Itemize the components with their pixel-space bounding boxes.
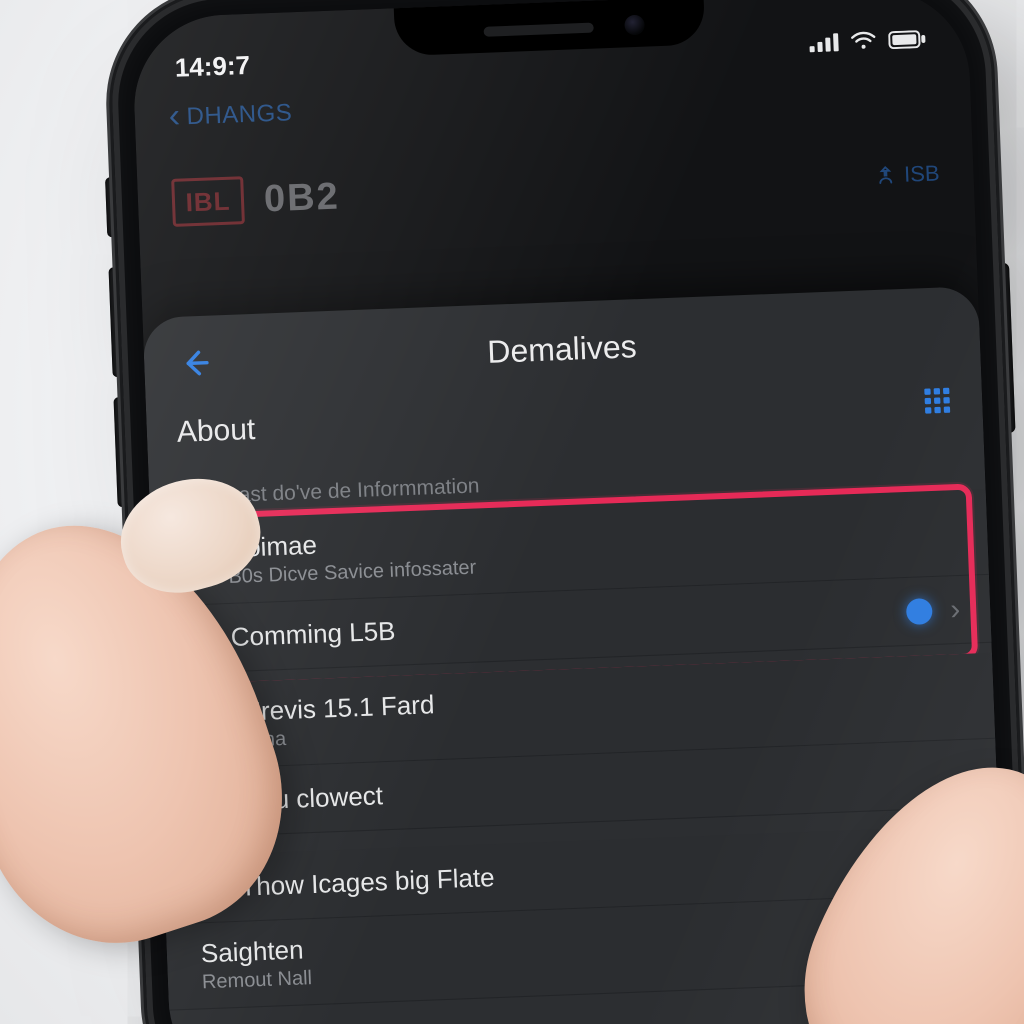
chevron-left-icon: ‹ [168,99,181,133]
wifi-icon [850,31,877,52]
item-title: Plau clowect [236,758,967,817]
station-value: 0B2 [263,175,340,221]
person-up-icon [874,164,897,187]
back-link-label: DHANGS [186,99,293,131]
group-caption: Least do've de Informmation [215,474,480,508]
chevron-right-icon: › [950,592,961,626]
battery-icon [888,30,927,49]
keypad-icon[interactable] [922,385,953,421]
item-title: Comming L5B [230,596,907,653]
sheet-title: Demalives [172,316,953,383]
station-badge: IBL [171,176,245,227]
status-time: 14:9:7 [174,49,250,83]
about-label: About [176,412,256,449]
status-dot-icon [906,598,933,625]
isb-tag[interactable]: ISB [874,160,940,188]
cellular-icon [809,33,839,52]
